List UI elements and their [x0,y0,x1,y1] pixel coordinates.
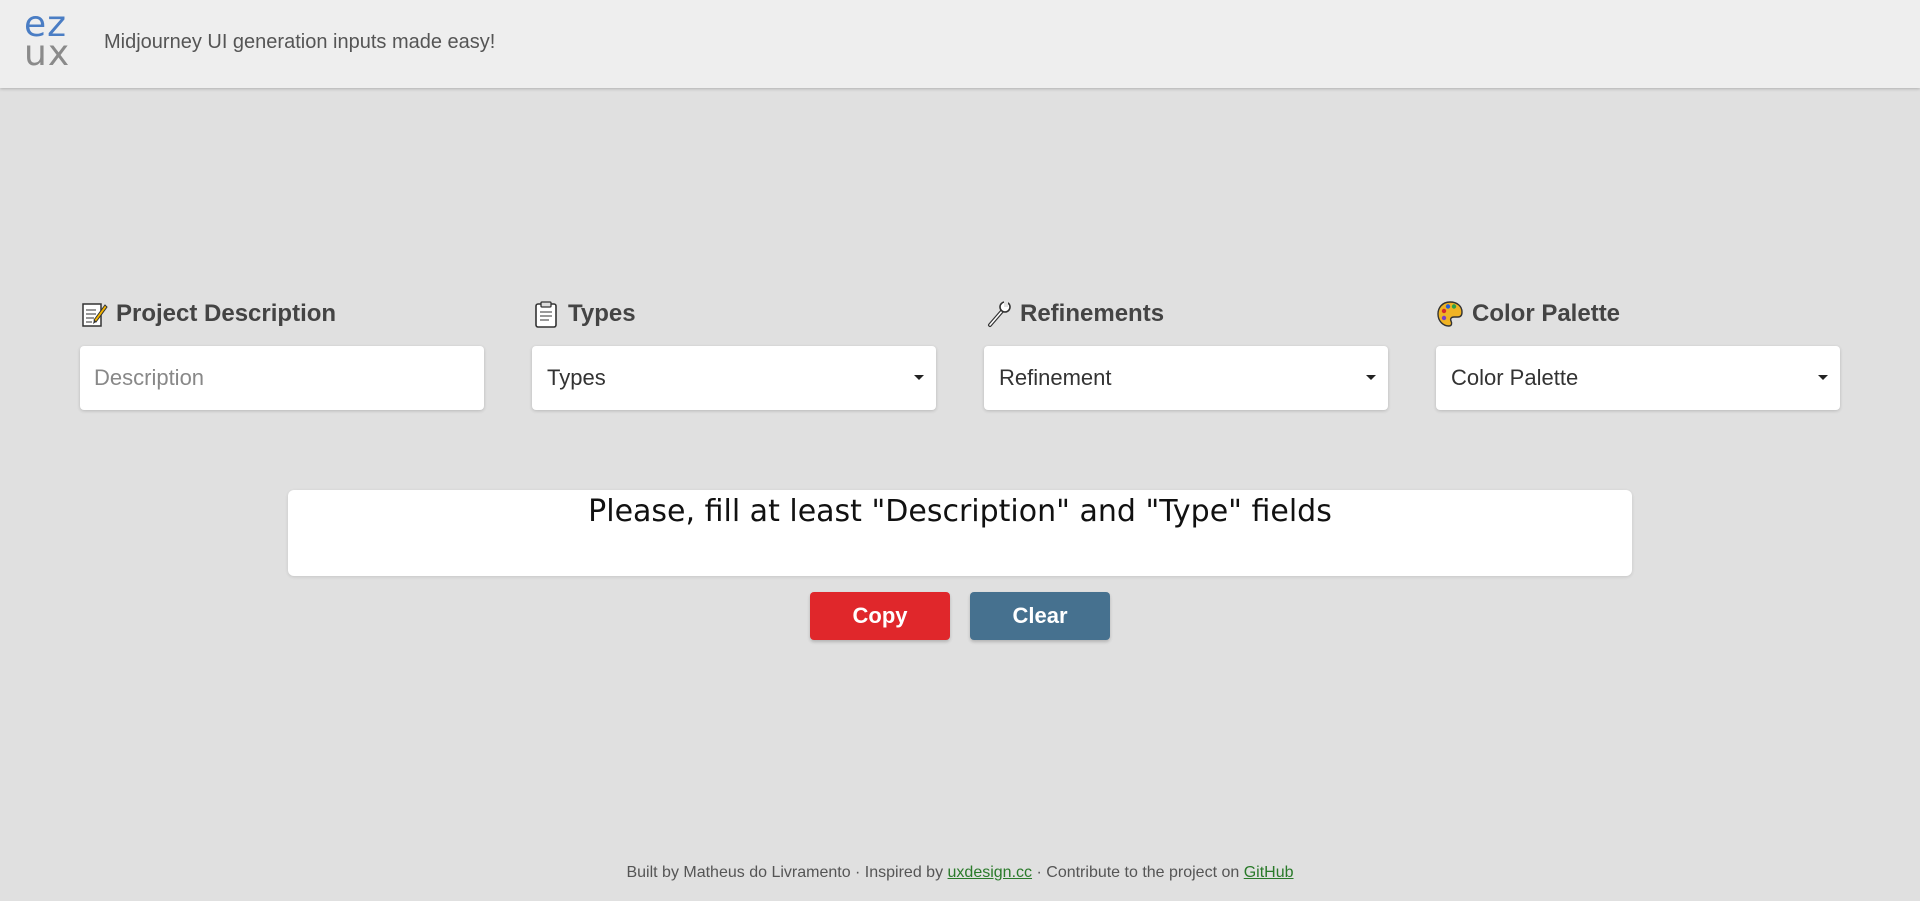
project-description-label: Project Description [80,298,336,330]
app-logo[interactable]: ez ux [24,7,74,74]
uxdesign-link[interactable]: uxdesign.cc [948,864,1033,881]
color-palette-label-text: Color Palette [1472,300,1621,327]
prompt-output[interactable]: Please, fill at least "Description" and … [288,490,1632,576]
chevron-down-icon [914,375,924,380]
github-link[interactable]: GitHub [1244,864,1294,881]
types-label: Types [532,298,636,330]
memo-icon [80,300,108,328]
wrench-icon [984,300,1012,328]
palette-icon [1436,300,1464,328]
footer-contribute: · Contribute to the project on [1036,864,1240,881]
header-bar: ez ux Midjourney UI generation inputs ma… [0,0,1920,88]
types-select-value: Types [547,365,606,390]
refinements-select-value: Refinement [999,365,1112,390]
chevron-down-icon [1366,375,1376,380]
copy-button[interactable]: Copy [810,592,950,640]
color-palette-select-value: Color Palette [1451,365,1579,390]
clipboard-icon [532,300,560,328]
description-input[interactable] [80,346,484,410]
clear-button[interactable]: Clear [970,592,1110,640]
project-description-label-text: Project Description [116,300,337,327]
types-label-text: Types [568,300,636,327]
refinements-select[interactable]: Refinement [984,346,1388,410]
color-palette-select[interactable]: Color Palette [1436,346,1840,410]
color-palette-label: Color Palette [1436,298,1620,330]
types-select[interactable]: Types [532,346,936,410]
chevron-down-icon [1818,375,1828,380]
prompt-output-text: Please, fill at least "Description" and … [588,494,1332,529]
footer-credit: Built by Matheus do Livramento · Inspire… [626,864,944,881]
refinements-label: Refinements [984,298,1164,330]
footer: Built by Matheus do Livramento · Inspire… [0,864,1920,882]
logo-bottom-text: ux [24,33,71,74]
tagline: Midjourney UI generation inputs made eas… [104,31,496,53]
refinements-label-text: Refinements [1020,300,1165,327]
